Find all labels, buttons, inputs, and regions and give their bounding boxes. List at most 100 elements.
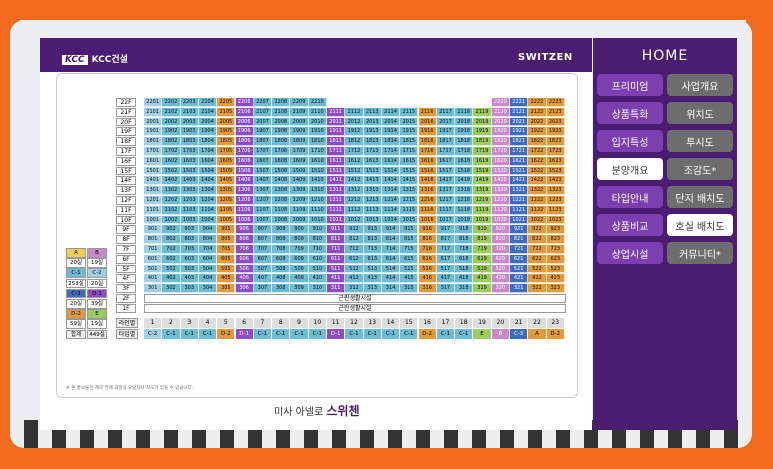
unit-cell[interactable]: 1519 xyxy=(473,166,492,176)
unit-cell[interactable]: 1122 xyxy=(528,205,547,215)
unit-cell[interactable]: 719 xyxy=(473,245,492,254)
unit-cell[interactable]: 1509 xyxy=(290,166,309,176)
unit-cell[interactable]: 815 xyxy=(400,235,419,245)
unit-cell[interactable]: 2122 xyxy=(528,107,547,117)
nav-5-button[interactable]: 타입안내 xyxy=(597,186,663,208)
unit-cell[interactable]: 810 xyxy=(308,235,327,245)
unit-cell[interactable]: 1913 xyxy=(363,127,382,137)
unit-cell[interactable]: 917 xyxy=(436,225,456,235)
unit-cell[interactable]: 2107 xyxy=(253,107,273,117)
unit-cell[interactable]: 2011 xyxy=(327,117,346,127)
unit-cell[interactable]: 2014 xyxy=(381,117,401,127)
unit-cell[interactable]: 1716 xyxy=(418,147,437,156)
unit-cell[interactable]: 723 xyxy=(546,245,565,254)
unit-cell[interactable]: 1410 xyxy=(308,176,327,186)
unit-cell[interactable]: 313 xyxy=(363,284,382,294)
unit-cell[interactable]: 823 xyxy=(546,235,565,245)
unit-cell[interactable]: 2023 xyxy=(546,117,565,127)
unit-cell[interactable]: 618 xyxy=(455,254,474,264)
unit-cell[interactable]: 1507 xyxy=(253,166,273,176)
unit-cell[interactable]: 617 xyxy=(436,254,456,264)
unit-cell[interactable]: 1212 xyxy=(345,196,364,205)
unit-cell[interactable]: 908 xyxy=(272,225,291,235)
nav-r3-button[interactable]: 투시도 xyxy=(667,130,733,152)
unit-cell[interactable]: 811 xyxy=(327,235,346,245)
unit-cell[interactable]: 308 xyxy=(272,284,291,294)
unit-cell[interactable]: 306 xyxy=(235,284,254,294)
unit-cell[interactable]: 702 xyxy=(162,245,181,254)
unit-cell[interactable]: 1208 xyxy=(272,196,291,205)
unit-cell[interactable]: 2208 xyxy=(272,98,291,107)
unit-cell[interactable]: 318 xyxy=(455,284,474,294)
unit-cell[interactable]: 701 xyxy=(144,245,163,254)
unit-cell[interactable]: 316 xyxy=(418,284,437,294)
unit-cell[interactable]: 2118 xyxy=(455,107,474,117)
unit-cell[interactable]: 1922 xyxy=(528,127,547,137)
unit-cell[interactable]: 2121 xyxy=(510,107,529,117)
unit-cell[interactable]: 602 xyxy=(162,254,181,264)
unit-cell[interactable]: 1201 xyxy=(144,196,163,205)
unit-cell[interactable]: 2222 xyxy=(528,98,547,107)
unit-cell[interactable]: 319 xyxy=(473,284,492,294)
unit-cell[interactable]: 2022 xyxy=(528,117,547,127)
unit-cell[interactable]: 1911 xyxy=(327,127,346,137)
unit-cell[interactable]: 1207 xyxy=(253,196,273,205)
unit-cell[interactable]: 1820 xyxy=(491,137,510,147)
unit-cell[interactable]: 514 xyxy=(381,264,401,274)
unit-cell[interactable]: 1617 xyxy=(436,156,456,166)
unit-cell[interactable]: 1404 xyxy=(198,176,218,186)
unit-cell[interactable]: 403 xyxy=(180,274,199,284)
unit-cell[interactable]: 1105 xyxy=(217,205,236,215)
unit-cell[interactable]: 1112 xyxy=(345,205,364,215)
unit-cell[interactable]: 2207 xyxy=(253,98,273,107)
unit-cell[interactable]: 511 xyxy=(327,264,346,274)
unit-cell[interactable]: 2017 xyxy=(436,117,456,127)
unit-cell[interactable]: 1702 xyxy=(162,147,181,156)
unit-cell[interactable]: 1316 xyxy=(418,186,437,196)
unit-cell[interactable]: 1103 xyxy=(180,205,199,215)
unit-cell[interactable]: 1803 xyxy=(180,137,199,147)
unit-cell[interactable]: 1114 xyxy=(381,205,401,215)
unit-cell[interactable]: 1804 xyxy=(198,137,218,147)
unit-cell[interactable]: 1811 xyxy=(327,137,346,147)
unit-cell[interactable]: 1323 xyxy=(546,186,565,196)
unit-cell[interactable]: 604 xyxy=(198,254,218,264)
unit-cell[interactable]: 1319 xyxy=(473,186,492,196)
unit-cell[interactable]: 814 xyxy=(381,235,401,245)
unit-cell[interactable]: 2119 xyxy=(473,107,492,117)
unit-cell[interactable]: 522 xyxy=(528,264,547,274)
unit-cell[interactable]: 504 xyxy=(198,264,218,274)
unit-cell[interactable]: 1718 xyxy=(455,147,474,156)
unit-cell[interactable]: 2002 xyxy=(162,117,181,127)
unit-cell[interactable]: 1211 xyxy=(327,196,346,205)
unit-cell[interactable]: 1214 xyxy=(381,196,401,205)
unit-cell[interactable]: 2020 xyxy=(491,117,510,127)
unit-cell[interactable]: 1003 xyxy=(180,215,199,225)
unit-cell[interactable]: 1522 xyxy=(528,166,547,176)
unit-cell[interactable]: 1906 xyxy=(235,127,254,137)
unit-cell[interactable]: 1623 xyxy=(546,156,565,166)
unit-cell[interactable]: 1206 xyxy=(235,196,254,205)
unit-cell[interactable]: 2102 xyxy=(162,107,181,117)
unit-cell[interactable]: 1419 xyxy=(473,176,492,186)
unit-cell[interactable]: 2203 xyxy=(180,98,199,107)
unit-cell[interactable]: 2117 xyxy=(436,107,456,117)
unit-cell[interactable]: 2106 xyxy=(235,107,254,117)
unit-cell[interactable]: 608 xyxy=(272,254,291,264)
unit-cell[interactable]: 1023 xyxy=(546,215,565,225)
unit-cell[interactable]: 302 xyxy=(162,284,181,294)
unit-cell[interactable]: 1523 xyxy=(546,166,565,176)
unit-cell[interactable]: 1508 xyxy=(272,166,291,176)
unit-cell[interactable]: 1305 xyxy=(217,186,236,196)
nav-3-button[interactable]: 입지특성 xyxy=(597,130,663,152)
unit-cell[interactable]: 305 xyxy=(217,284,236,294)
unit-cell[interactable]: 1020 xyxy=(491,215,510,225)
unit-cell[interactable]: 922 xyxy=(528,225,547,235)
unit-cell[interactable]: 1413 xyxy=(363,176,382,186)
unit-cell[interactable]: 2004 xyxy=(198,117,218,127)
unit-cell[interactable]: 1805 xyxy=(217,137,236,147)
unit-cell[interactable]: 2015 xyxy=(400,117,419,127)
unit-cell[interactable]: 1011 xyxy=(327,215,346,225)
unit-cell[interactable]: 317 xyxy=(436,284,456,294)
unit-cell[interactable]: 304 xyxy=(198,284,218,294)
